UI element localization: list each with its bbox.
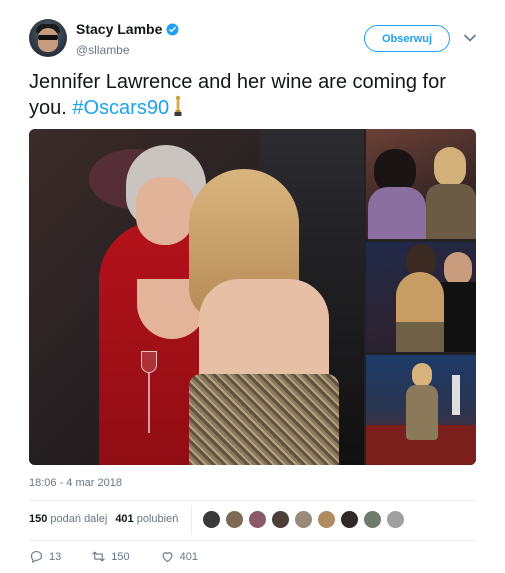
tweet-card: Stacy Lambe @sllambe Obserwuj Jennifer L…: [0, 0, 505, 573]
photo-main[interactable]: [29, 129, 364, 465]
stats-separator: [191, 506, 192, 534]
liker-avatar[interactable]: [202, 510, 221, 529]
follow-button[interactable]: Obserwuj: [364, 25, 450, 52]
author-display-name-row[interactable]: Stacy Lambe: [76, 21, 179, 37]
heart-icon: [162, 552, 173, 563]
photo-side-2[interactable]: [366, 242, 476, 352]
retweets-count: 150: [29, 513, 48, 525]
divider-top: [29, 500, 476, 501]
retweet-count: 150: [111, 550, 130, 563]
oscar-trophy-icon: [174, 95, 182, 116]
tweet-text: Jennifer Lawrence and her wine are comin…: [29, 69, 469, 121]
liker-avatars: [202, 510, 405, 529]
verified-badge-icon: [166, 23, 179, 35]
retweet-button[interactable]: 150: [91, 549, 130, 564]
avatar-glasses: [38, 35, 58, 40]
reply-icon: [30, 550, 43, 563]
man-face-shape: [444, 252, 472, 286]
liker-avatar[interactable]: [340, 510, 359, 529]
back-skin-shape: [199, 279, 329, 389]
likes-count: 401: [115, 513, 134, 525]
wine-glass-stem-shape: [148, 373, 150, 433]
sequin-gown-shape: [406, 385, 438, 440]
retweets-label: podań dalej: [50, 513, 108, 525]
like-button[interactable]: 401: [160, 549, 198, 564]
sequin-dress-shape: [189, 374, 339, 465]
author-display-name[interactable]: Stacy Lambe: [76, 21, 162, 37]
gown-shape: [426, 184, 476, 239]
liker-avatar[interactable]: [248, 510, 267, 529]
engagement-stats: 150 podań dalej 401 polubień: [29, 513, 178, 525]
tweet-timestamp[interactable]: 18:06 - 4 mar 2018: [29, 477, 122, 489]
media-grid: [29, 129, 476, 465]
rail-shape: [452, 375, 460, 415]
chevron-down-icon[interactable]: [464, 34, 476, 42]
retweets-stat[interactable]: 150 podań dalej: [29, 513, 107, 525]
likes-stat[interactable]: 401 polubień: [115, 513, 178, 525]
hashtag-link[interactable]: #Oscars90: [72, 97, 169, 119]
author-names: Stacy Lambe @sllambe: [76, 21, 179, 57]
dress-shape: [396, 322, 444, 352]
liker-avatar[interactable]: [294, 510, 313, 529]
purple-dress-shape: [368, 187, 426, 239]
author-avatar[interactable]: [29, 19, 67, 57]
liker-avatar[interactable]: [317, 510, 336, 529]
reply-button[interactable]: 13: [29, 549, 61, 564]
author-handle[interactable]: @sllambe: [76, 43, 179, 57]
wine-glass-shape: [141, 351, 157, 373]
likes-label: polubień: [136, 513, 179, 525]
avatar-face: [38, 28, 58, 52]
blonde-head-shape: [434, 147, 466, 187]
reply-count: 13: [49, 550, 62, 563]
liker-avatar[interactable]: [225, 510, 244, 529]
like-count: 401: [179, 550, 198, 563]
photo-side-1[interactable]: [366, 129, 476, 239]
liker-avatar[interactable]: [363, 510, 382, 529]
liker-avatar[interactable]: [386, 510, 405, 529]
retweet-icon: [92, 551, 105, 562]
face-shape: [136, 177, 194, 245]
divider-bottom: [29, 540, 476, 541]
photo-side-3[interactable]: [366, 355, 476, 465]
tweet-actions: 13 150 401: [29, 549, 228, 564]
blonde-head-small-shape: [412, 363, 432, 387]
liker-avatar[interactable]: [271, 510, 290, 529]
